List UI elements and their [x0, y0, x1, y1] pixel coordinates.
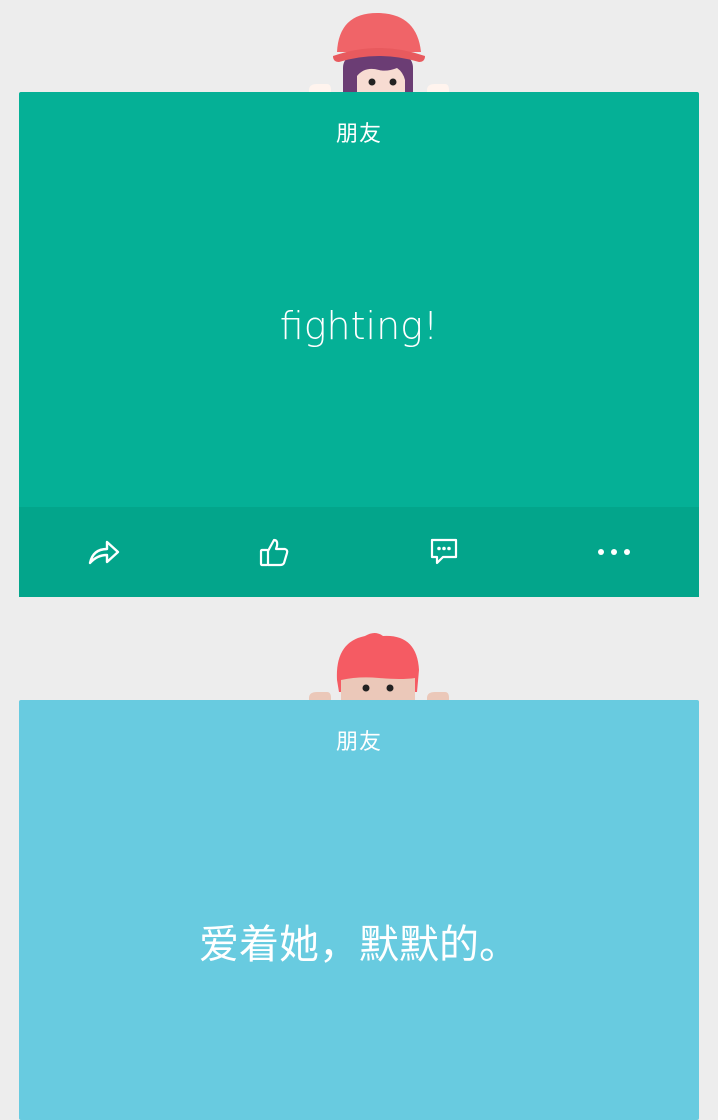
- post-card: 朋友 爱着她，默默的。: [19, 620, 699, 1120]
- comment-button[interactable]: [359, 507, 529, 597]
- action-bar: [19, 507, 699, 597]
- more-button[interactable]: [529, 507, 699, 597]
- message-text: fighting!: [279, 304, 439, 348]
- category-label: 朋友: [335, 122, 382, 147]
- message-card[interactable]: 朋友 爱着她，默默的。: [19, 700, 699, 1120]
- message-text: 爱着她，默默的。: [199, 922, 519, 968]
- post-card: 朋友 fighting!: [19, 0, 699, 597]
- share-button[interactable]: [19, 507, 189, 597]
- feed: 朋友 fighting! 朋友 爱着她，默默的。: [0, 0, 718, 1120]
- more-icon: [598, 549, 630, 555]
- category-label: 朋友: [335, 730, 382, 755]
- thumbs-up-icon: [259, 538, 289, 567]
- share-icon: [88, 540, 120, 565]
- comment-icon: [430, 538, 458, 565]
- message-card[interactable]: 朋友 fighting!: [19, 92, 699, 597]
- like-button[interactable]: [189, 507, 359, 597]
